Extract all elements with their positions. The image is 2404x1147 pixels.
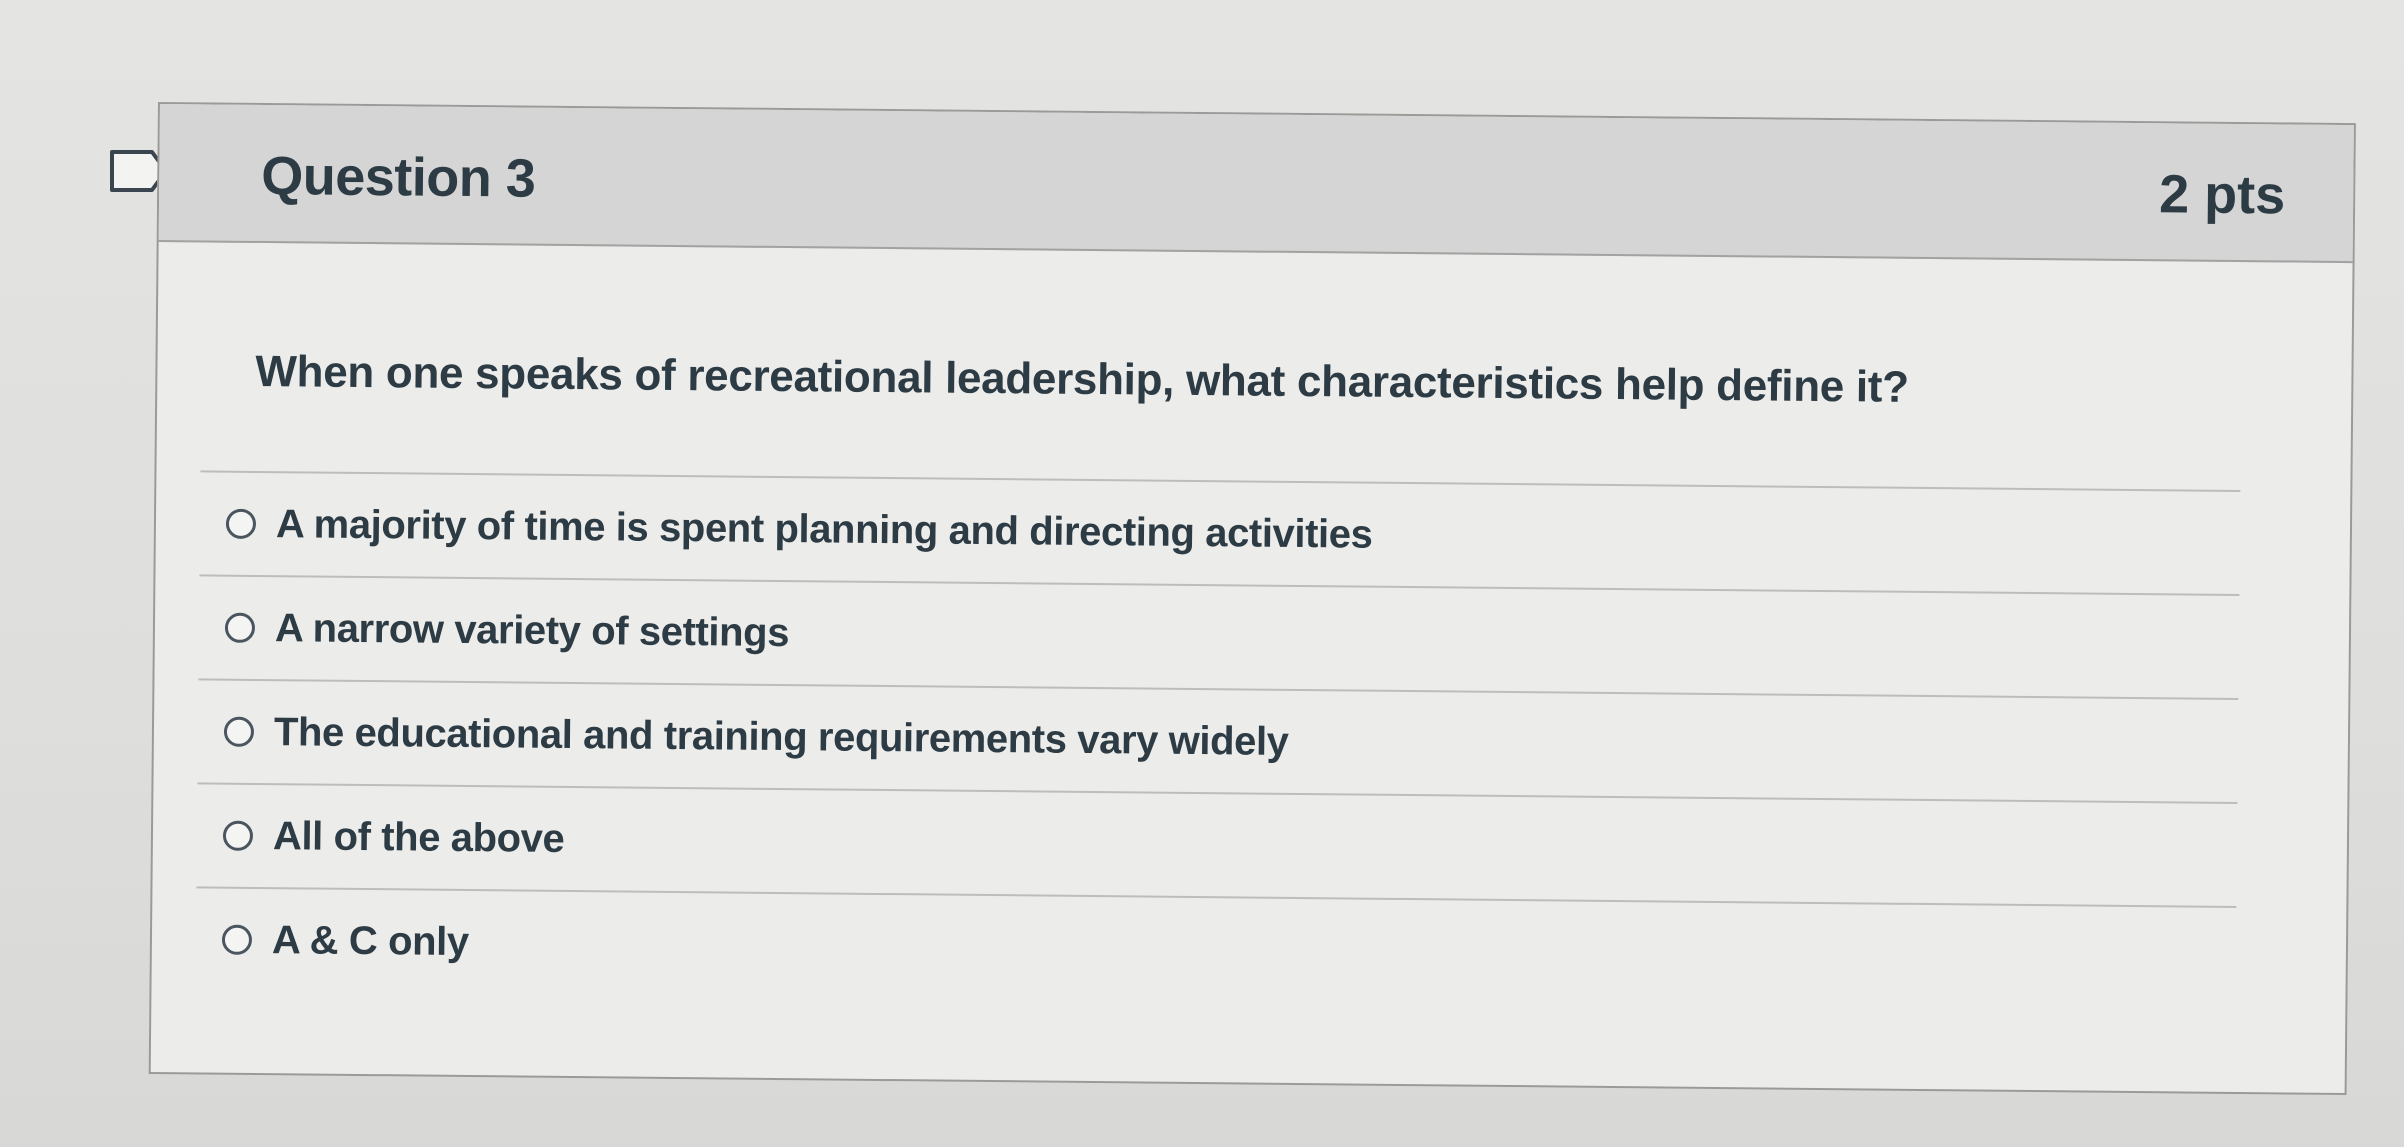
answer-list: A majority of time is spent planning and… <box>195 470 2241 1010</box>
question-title: Question 3 <box>261 145 536 209</box>
radio-button[interactable] <box>221 924 253 955</box>
question-points: 2 pts <box>2158 164 2286 226</box>
radio-button[interactable] <box>223 716 255 747</box>
answer-option[interactable]: A majority of time is spent planning and… <box>199 470 2241 595</box>
radio-button[interactable] <box>225 508 257 539</box>
answer-label[interactable]: A & C only <box>272 918 469 965</box>
question-header: Question 3 2 pts <box>158 104 2354 264</box>
answer-option[interactable]: The educational and training requirement… <box>197 678 2239 802</box>
radio-button[interactable] <box>224 612 256 643</box>
question-card: Question 3 2 pts When one speaks of recr… <box>148 102 2356 1096</box>
answer-label[interactable]: A narrow variety of settings <box>275 606 790 656</box>
answer-label[interactable]: A majority of time is spent planning and… <box>276 502 1373 558</box>
question-text: When one speaks of recreational leadersh… <box>255 346 1909 412</box>
answer-label[interactable]: All of the above <box>273 814 565 862</box>
answer-label[interactable]: The educational and training requirement… <box>274 710 1289 765</box>
radio-button[interactable] <box>222 820 254 851</box>
answer-option[interactable]: A narrow variety of settings <box>198 574 2240 698</box>
answer-option[interactable]: All of the above <box>196 782 2238 906</box>
answer-option[interactable]: A & C only <box>195 886 2237 1010</box>
